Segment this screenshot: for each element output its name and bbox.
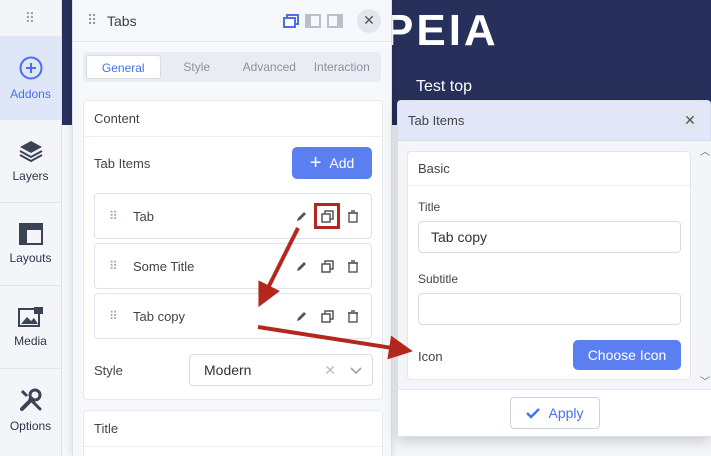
settings-tabs: General Style Advanced Interaction xyxy=(83,52,381,82)
sidebar-item-label: Options xyxy=(9,419,52,433)
delete-icon[interactable] xyxy=(345,208,361,224)
subtitle-field[interactable] xyxy=(418,293,681,325)
sidebar-item-options[interactable]: Options xyxy=(0,368,61,451)
basic-section: Basic Title Tab copy Subtitle Icon Choos… xyxy=(407,151,691,380)
scroll-up-icon[interactable]: ︿ xyxy=(700,143,710,158)
sidebar-item-label: Layouts xyxy=(9,251,52,265)
tabs-settings-panel: ⠿ Tabs ✕ General Style Advanced Interact… xyxy=(72,0,392,456)
apply-label: Apply xyxy=(548,405,584,421)
tab-style[interactable]: Style xyxy=(161,55,234,79)
edit-icon[interactable] xyxy=(293,308,309,324)
modal-body: ︿ Basic Title Tab copy Subtitle Icon Cho… xyxy=(398,141,711,391)
item-label: Some Title xyxy=(133,258,195,274)
title-field[interactable]: Tab copy xyxy=(418,221,681,253)
icon-field-label: Icon xyxy=(418,349,443,364)
duplicate-icon[interactable] xyxy=(314,203,340,229)
layout-icon xyxy=(18,223,43,245)
close-modal-button[interactable]: ✕ xyxy=(678,108,702,133)
dock-right-icon[interactable] xyxy=(327,13,343,28)
duplicate-icon[interactable] xyxy=(319,308,335,324)
list-item[interactable]: ⠿ Tab xyxy=(94,193,372,239)
layers-icon xyxy=(19,141,42,163)
title-field-label: Title xyxy=(418,200,441,214)
sidebar-item-label: Layers xyxy=(12,169,49,183)
delete-icon[interactable] xyxy=(345,308,361,324)
sidebar-item-label: Addons xyxy=(10,87,51,101)
style-label: Style xyxy=(94,363,123,378)
title-section: Title xyxy=(83,410,383,456)
subtitle-field-label: Subtitle xyxy=(418,272,459,286)
plus-circle-icon xyxy=(19,56,42,80)
sidebar-drag-handle[interactable]: ⠿ xyxy=(0,0,61,36)
tab-interaction[interactable]: Interaction xyxy=(306,55,379,79)
style-select-value: Modern xyxy=(204,362,252,378)
plus-icon: + xyxy=(309,152,322,174)
modal-title: Tab Items xyxy=(408,113,465,128)
section-title: Basic xyxy=(408,152,690,186)
media-icon xyxy=(17,307,43,327)
list-item[interactable]: ⠿ Tab copy xyxy=(94,293,372,339)
site-heading: Test top xyxy=(416,78,473,95)
drag-handle-icon[interactable]: ⠿ xyxy=(87,12,107,29)
duplicate-icon[interactable] xyxy=(319,258,335,274)
tab-items-modal: Tab Items ✕ ︿ Basic Title Tab copy Subti… xyxy=(397,100,711,437)
chevron-down-icon[interactable] xyxy=(350,362,362,378)
drag-handle-icon[interactable]: ⠿ xyxy=(109,259,133,273)
panel-header: ⠿ Tabs ✕ xyxy=(73,0,391,42)
close-panel-button[interactable]: ✕ xyxy=(357,8,381,33)
clear-icon[interactable]: ✕ xyxy=(324,362,336,379)
drag-handle-icon[interactable]: ⠿ xyxy=(109,209,133,223)
drag-handle-icon[interactable]: ⠿ xyxy=(109,309,133,323)
apply-button[interactable]: Apply xyxy=(510,397,600,429)
section-title: Content xyxy=(84,101,382,137)
builder-sidebar: ⠿ Addons Layers Layouts Media Options xyxy=(0,0,62,456)
edit-icon[interactable] xyxy=(293,258,309,274)
dock-left-icon[interactable] xyxy=(305,13,321,28)
item-label: Tab xyxy=(133,208,154,224)
panel-title: Tabs xyxy=(107,12,137,29)
add-button-label: Add xyxy=(329,155,355,171)
wrench-icon xyxy=(19,388,41,411)
section-title: Title xyxy=(84,411,382,447)
delete-icon[interactable] xyxy=(345,258,361,274)
add-tab-item-button[interactable]: + Add xyxy=(292,147,372,179)
detach-panel-icon[interactable] xyxy=(283,13,299,28)
sidebar-item-layouts[interactable]: Layouts xyxy=(0,202,61,285)
sidebar-item-media[interactable]: Media xyxy=(0,285,61,368)
modal-header: Tab Items ✕ xyxy=(398,101,710,141)
edit-icon[interactable] xyxy=(293,208,309,224)
modal-footer: Apply xyxy=(398,389,711,436)
item-label: Tab copy xyxy=(133,308,186,324)
list-item[interactable]: ⠿ Some Title xyxy=(94,243,372,289)
choose-icon-button[interactable]: Choose Icon xyxy=(573,340,681,370)
tab-advanced[interactable]: Advanced xyxy=(233,55,306,79)
sidebar-item-layers[interactable]: Layers xyxy=(0,119,61,202)
check-icon xyxy=(526,407,541,419)
content-section: Content Tab Items + Add ⠿ Tab ⠿ Some Tit… xyxy=(83,100,383,400)
style-select[interactable]: Modern ✕ xyxy=(189,354,373,386)
tab-items-label: Tab Items xyxy=(94,156,151,171)
scroll-down-icon[interactable]: ﹀ xyxy=(700,373,710,388)
sidebar-item-label: Media xyxy=(14,334,47,348)
sidebar-item-addons[interactable]: Addons xyxy=(0,36,61,119)
site-logo: PEIA xyxy=(384,6,499,55)
tab-general[interactable]: General xyxy=(86,55,161,79)
